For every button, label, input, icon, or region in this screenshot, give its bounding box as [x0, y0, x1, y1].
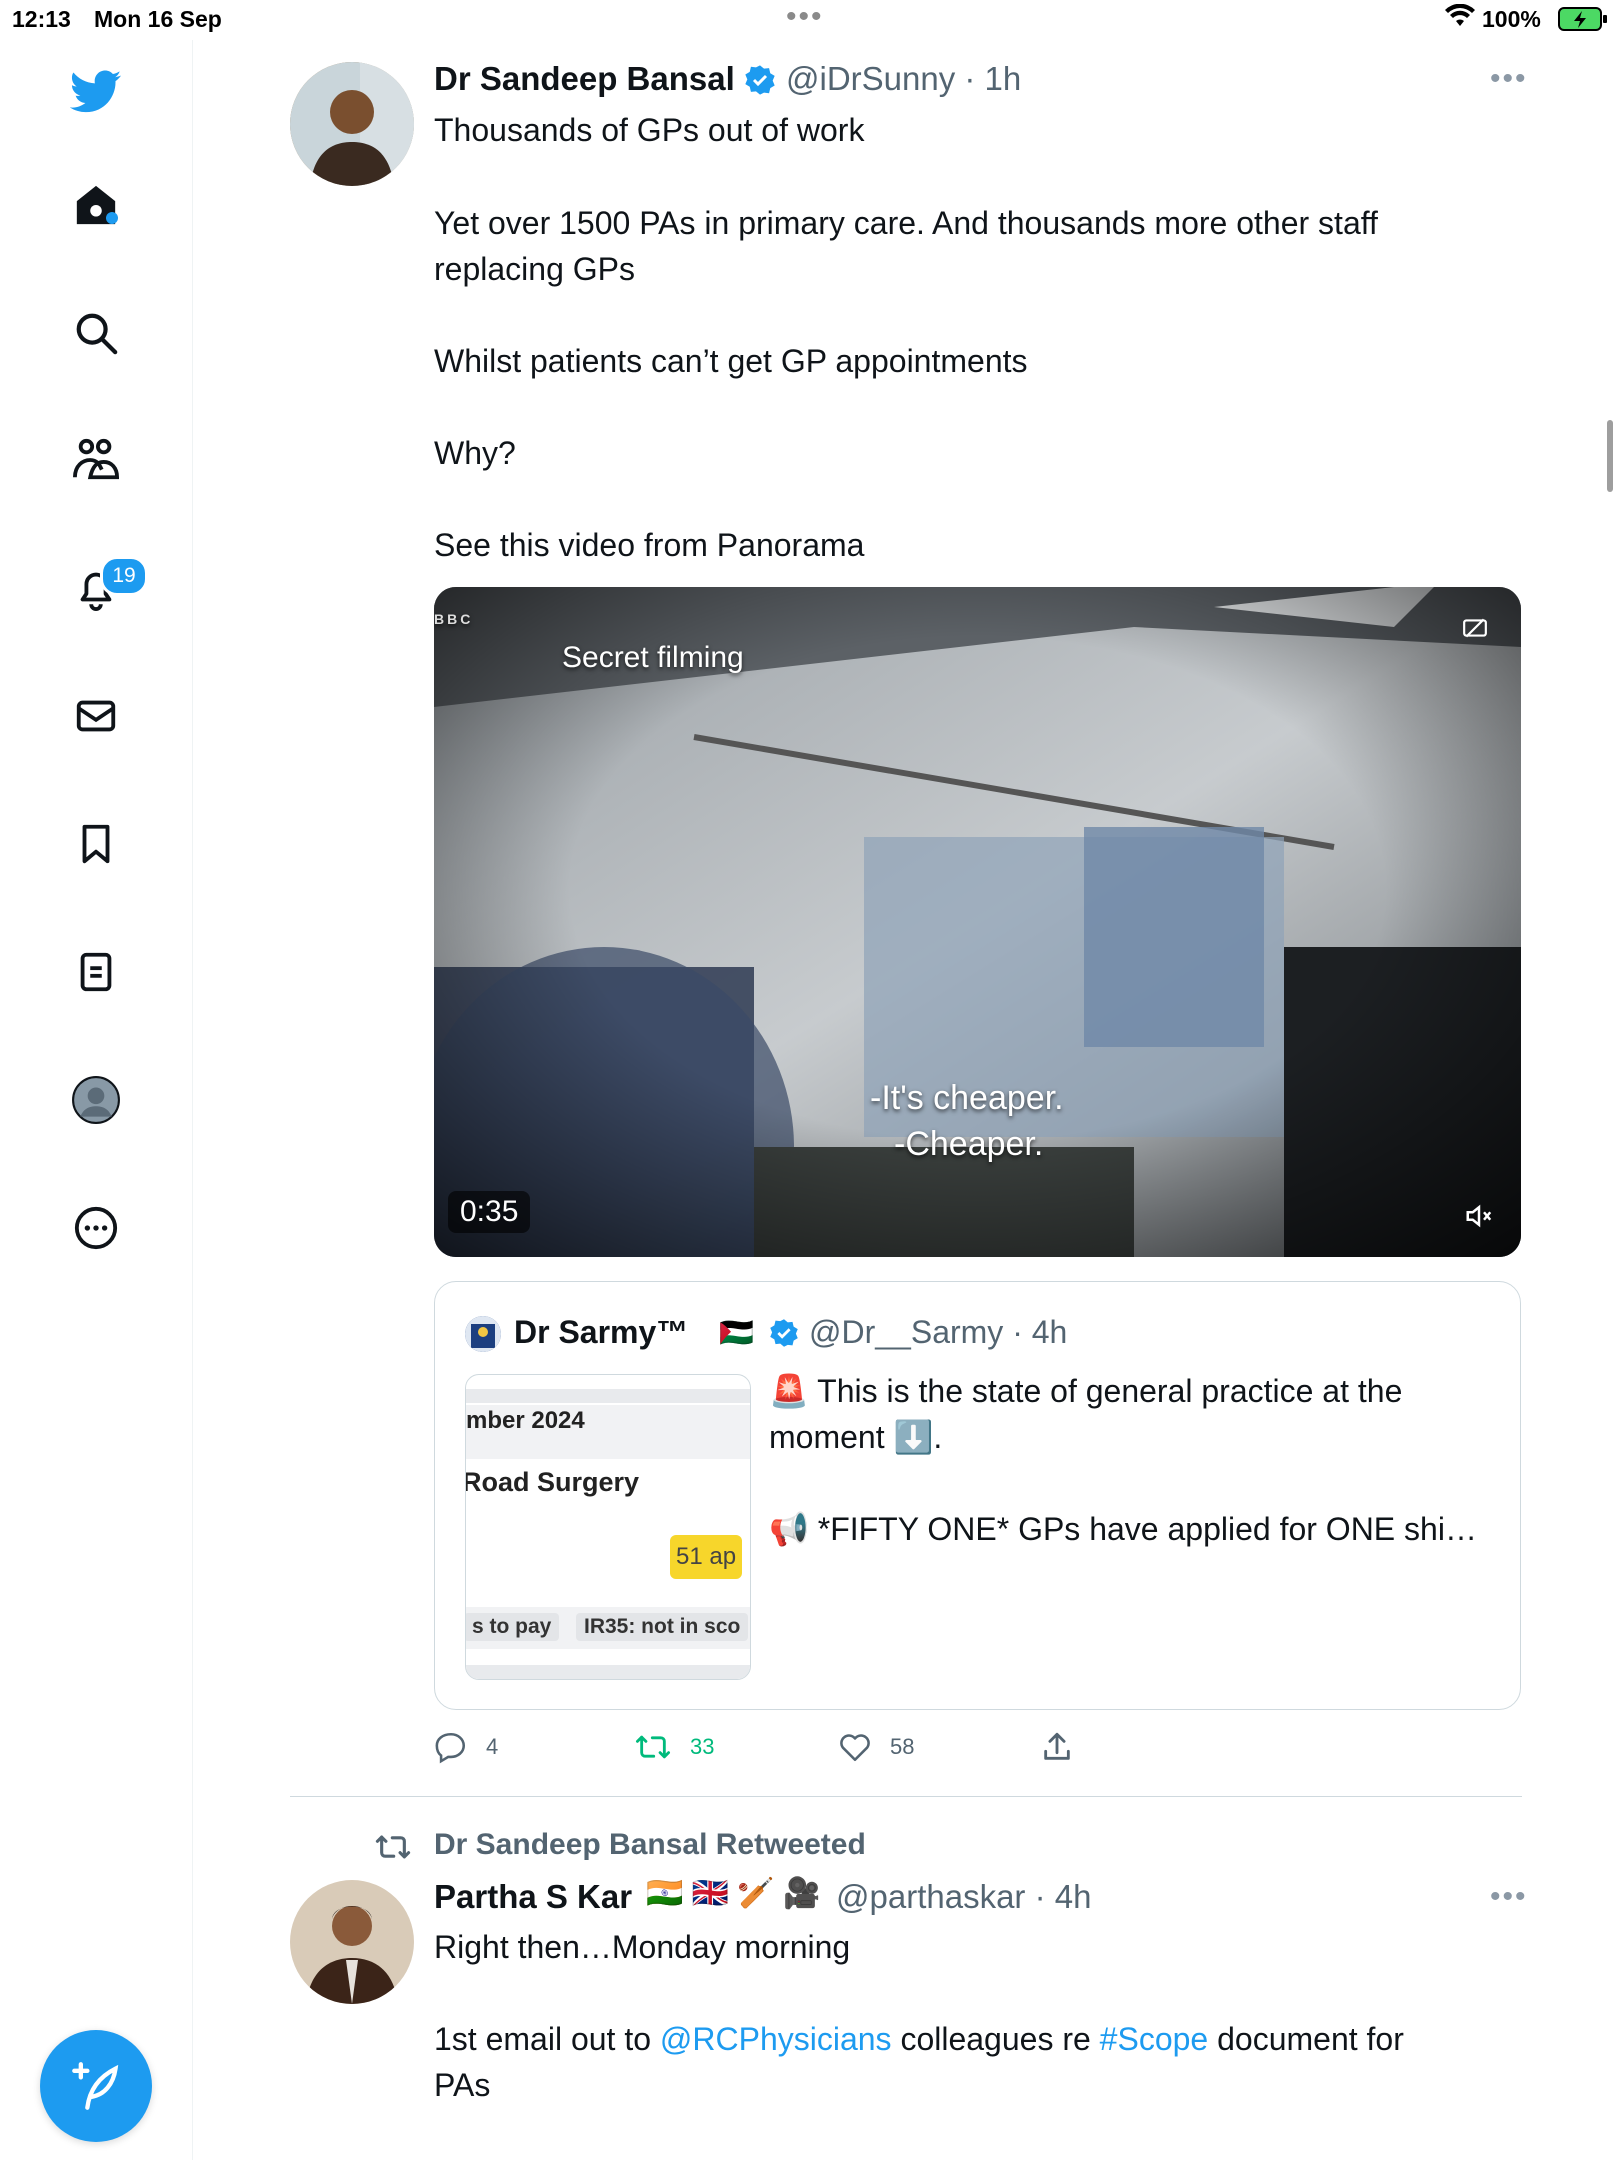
bbc-logo: BBC: [434, 611, 474, 627]
text-segment: document for: [1208, 2021, 1404, 2057]
tweet-text-line: Whilst patients can’t get GP appointment…: [434, 343, 1028, 379]
video-subtitle: -It's cheaper.: [870, 1079, 1064, 1117]
reply-icon: [435, 1732, 466, 1764]
thumb-tag: s to pay: [466, 1613, 560, 1641]
text-segment: colleagues re: [891, 2021, 1100, 2057]
mention-link[interactable]: @RCPhysicians: [660, 2021, 892, 2057]
mute-icon[interactable]: [1464, 1201, 1494, 1236]
more-icon[interactable]: [66, 1198, 126, 1258]
retweet-icon: [636, 1735, 670, 1759]
scrollbar[interactable]: [1607, 420, 1613, 492]
avatar[interactable]: [290, 62, 414, 186]
tweet-text-line: Why?: [434, 435, 516, 471]
status-date: Mon 16 Sep: [94, 6, 222, 32]
retweet-button[interactable]: 33: [634, 1730, 714, 1764]
more-options-icon[interactable]: •••: [1490, 1880, 1528, 1914]
status-time: 12:13: [12, 6, 71, 32]
profile-icon[interactable]: [66, 1070, 126, 1130]
palestine-flag: 🇵🇸: [719, 1317, 754, 1348]
home-unread-dot: [106, 212, 118, 224]
compose-feather-icon: [72, 2062, 119, 2110]
retweeted-by-label[interactable]: Dr Sandeep Bansal Retweeted: [434, 1828, 866, 1862]
reply-button[interactable]: 4: [434, 1730, 498, 1764]
quoted-image[interactable]: mber 2024 Road Surgery 51 ap s to pay IR…: [465, 1374, 751, 1680]
heart-icon: [840, 1734, 870, 1762]
quoted-avatar[interactable]: [465, 1316, 501, 1352]
captions-icon[interactable]: [1462, 615, 1488, 646]
verified-badge-icon: [769, 1318, 799, 1353]
lists-icon[interactable]: [66, 942, 126, 1002]
share-button[interactable]: [1040, 1730, 1092, 1764]
like-count: 58: [890, 1734, 915, 1759]
battery-percent: 100%: [1482, 6, 1541, 32]
tweet-text-line: replacing GPs: [434, 251, 635, 287]
text-segment: 1st email out to: [434, 2021, 660, 2057]
battery-icon: [1558, 7, 1608, 37]
thumb-surgery: Road Surgery: [465, 1467, 640, 1497]
tweet-text-line: 1st email out to @RCPhysicians colleague…: [434, 2016, 1404, 2062]
status-bar: 12:13 Mon 16 Sep ••• 100%: [0, 0, 1620, 40]
tweet-text-line: Thousands of GPs out of work: [434, 112, 865, 148]
video-duration: 0:35: [448, 1191, 531, 1233]
tweet-text-line: PAs: [434, 2067, 491, 2103]
reply-count: 4: [486, 1734, 499, 1759]
thumb-tag: IR35: not in sco: [576, 1613, 749, 1641]
hashtag-link[interactable]: #Scope: [1100, 2021, 1209, 2057]
thumb-applications: 51 ap: [670, 1535, 743, 1579]
author-name[interactable]: Dr Sandeep Bansal: [434, 60, 735, 98]
retweet-indicator-icon: [374, 1830, 412, 1869]
video-player[interactable]: BBC Secret filming -It's cheaper. -Cheap…: [434, 587, 1521, 1257]
author-handle-time[interactable]: @iDrSunny · 1h: [786, 60, 1021, 98]
notifications-badge: 19: [100, 556, 148, 596]
wifi-icon: [1445, 3, 1475, 34]
quoted-text-line: 🚨 This is the state of general practice …: [769, 1373, 1403, 1409]
messages-icon[interactable]: [66, 686, 126, 746]
sidebar: 19: [0, 40, 193, 2160]
thumb-date: mber 2024: [466, 1407, 585, 1434]
more-options-icon[interactable]: •••: [1490, 62, 1528, 96]
tweet-text-line: Right then…Monday morning: [434, 1929, 851, 1965]
quoted-author-name[interactable]: Dr Sarmy™: [514, 1314, 688, 1351]
share-icon: [1044, 1732, 1070, 1760]
avatar[interactable]: [290, 1880, 414, 2004]
quoted-handle-time[interactable]: @Dr__Sarmy · 4h: [809, 1314, 1067, 1351]
author-emojis: 🇮🇳 🇬🇧 🏏 🎥: [646, 1877, 821, 1910]
quoted-text-line: moment ⬇️.: [769, 1419, 943, 1455]
retweet-count: 33: [690, 1734, 715, 1759]
author-handle-time[interactable]: @parthaskar · 4h: [836, 1878, 1091, 1916]
communities-icon[interactable]: [66, 430, 126, 490]
search-icon[interactable]: [66, 303, 126, 363]
quoted-text-line: 📢 *FIFTY ONE* GPs have applied for ONE s…: [769, 1511, 1477, 1547]
quoted-tweet[interactable]: Dr Sarmy™ 🇵🇸 @Dr__Sarmy · 4h mber 2024 R…: [434, 1281, 1521, 1710]
like-button[interactable]: 58: [838, 1730, 914, 1764]
compose-tweet-button[interactable]: [40, 2030, 152, 2142]
home-icon[interactable]: [66, 175, 126, 235]
tweet-divider: [290, 1796, 1522, 1797]
video-subtitle: -Cheaper.: [894, 1125, 1044, 1163]
bookmarks-icon[interactable]: [66, 814, 126, 874]
tweet-text-line: Yet over 1500 PAs in primary care. And t…: [434, 205, 1378, 241]
video-caption: Secret filming: [562, 641, 744, 674]
author-name[interactable]: Partha S Kar: [434, 1878, 632, 1916]
multitasking-dots-icon[interactable]: •••: [786, 0, 824, 34]
verified-badge-icon: [744, 64, 776, 101]
tweet-text-line: See this video from Panorama: [434, 527, 865, 563]
twitter-logo-icon[interactable]: [66, 62, 126, 122]
